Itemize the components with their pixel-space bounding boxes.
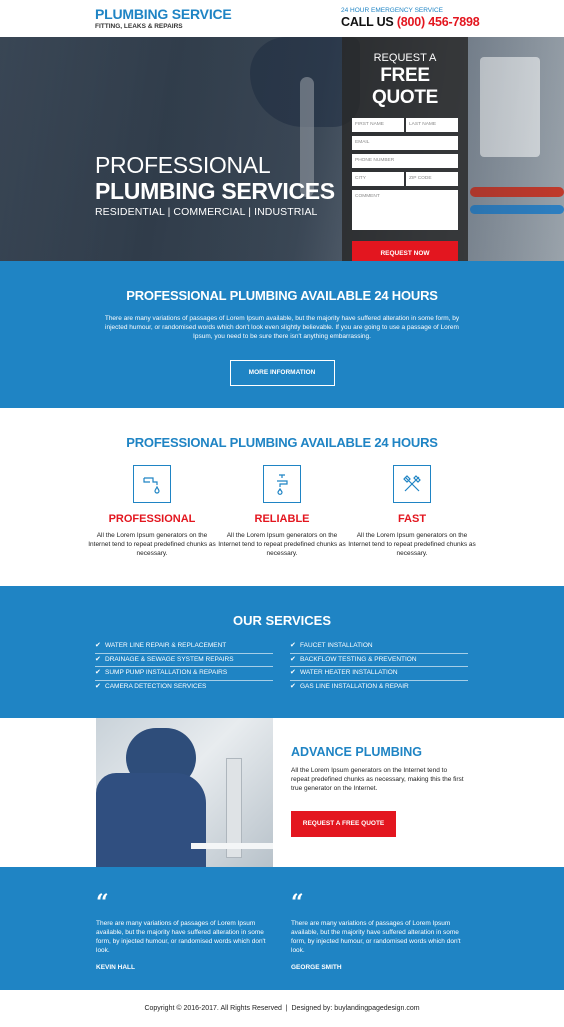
request-free-quote-button[interactable]: REQUEST A FREE QUOTE bbox=[291, 811, 396, 837]
phone-line[interactable]: CALL US (800) 456-7898 bbox=[341, 15, 480, 30]
footer: Copyright © 2016-2017. All Rights Reserv… bbox=[0, 990, 564, 1027]
advance-section: ADVANCE PLUMBING All the Lorem Ipsum gen… bbox=[0, 718, 564, 867]
hero-overlay bbox=[0, 37, 564, 261]
call-label: CALL US bbox=[341, 15, 394, 29]
first-name-field[interactable]: FIRST NAME bbox=[352, 118, 404, 132]
feature-reliable: RELIABLE All the Lorem Ipsum generators … bbox=[217, 465, 347, 558]
feature-text: All the Lorem Ipsum generators on the In… bbox=[88, 532, 216, 557]
check-icon: ✔ bbox=[95, 655, 101, 663]
call-block: 24 HOUR EMERGENCY SERVICE CALL US (800) … bbox=[341, 6, 480, 30]
check-icon: ✔ bbox=[290, 655, 296, 663]
photo-shelf-shape bbox=[191, 843, 273, 849]
check-icon: ✔ bbox=[290, 682, 296, 690]
testimonial-author: GEORGE SMITH bbox=[291, 964, 342, 971]
city-field[interactable]: CITY bbox=[352, 172, 404, 186]
service-label: GAS LINE INSTALLATION & REPAIR bbox=[300, 682, 409, 690]
tap-water-icon bbox=[263, 465, 301, 503]
testimonial-text: There are many variations of passages of… bbox=[96, 920, 266, 954]
testimonial-author: KEVIN HALL bbox=[96, 964, 135, 971]
check-icon: ✔ bbox=[290, 642, 296, 649]
feature-text: All the Lorem Ipsum generators on the In… bbox=[348, 532, 476, 557]
service-item: ✔ DRAINAGE & SEWAGE SYSTEM REPAIRS bbox=[95, 654, 273, 667]
feature-fast: FAST All the Lorem Ipsum generators on t… bbox=[347, 465, 477, 558]
service-item: ✔ GAS LINE INSTALLATION & REPAIR bbox=[290, 681, 468, 695]
more-information-button[interactable]: MORE INFORMATION bbox=[229, 360, 335, 386]
email-field[interactable]: EMAIL bbox=[352, 136, 458, 150]
last-name-field[interactable]: LAST NAME bbox=[406, 118, 458, 132]
quote-icon: “ bbox=[96, 890, 109, 916]
service-item: ✔ FAUCET INSTALLATION bbox=[290, 640, 468, 654]
service-item: ✔ WATER LINE REPAIR & REPLACEMENT bbox=[95, 640, 273, 654]
feature-title: PROFESSIONAL bbox=[108, 513, 196, 525]
emergency-label: 24 HOUR EMERGENCY SERVICE bbox=[341, 7, 443, 14]
check-icon: ✔ bbox=[95, 642, 101, 649]
logo-title: PLUMBING SERVICE bbox=[95, 6, 232, 22]
testimonials-section: “ There are many variations of passages … bbox=[0, 867, 564, 990]
service-label: CAMERA DETECTION SERVICES bbox=[105, 682, 207, 690]
services-section: OUR SERVICES ✔ WATER LINE REPAIR & REPLAC… bbox=[0, 586, 564, 718]
intro-title: PROFESSIONAL PLUMBING AVAILABLE 24 HOURS bbox=[126, 288, 438, 303]
photo-body-shape bbox=[96, 773, 206, 867]
testimonial: “ There are many variations of passages … bbox=[291, 890, 469, 971]
testimonial: “ There are many variations of passages … bbox=[96, 890, 274, 971]
form-heading-big: FREE QUOTE bbox=[371, 65, 439, 108]
tools-icon bbox=[393, 465, 431, 503]
features-title: PROFESSIONAL PLUMBING AVAILABLE 24 HOURS bbox=[126, 435, 438, 450]
faucet-drip-icon bbox=[133, 465, 171, 503]
form-heading-small: REQUEST A bbox=[373, 52, 437, 64]
services-title: OUR SERVICES bbox=[232, 613, 331, 628]
feature-title: RELIABLE bbox=[254, 513, 310, 525]
services-list-left: ✔ WATER LINE REPAIR & REPLACEMENT ✔ DRAINA… bbox=[95, 640, 273, 694]
services-list-right: ✔ FAUCET INSTALLATION ✔ BACKFLOW TESTING &… bbox=[290, 640, 468, 694]
testimonial-text: There are many variations of passages of… bbox=[291, 920, 461, 954]
hero-subtitle: RESIDENTIAL | COMMERCIAL | INDUSTRIAL bbox=[95, 206, 318, 218]
service-label: WATER HEATER INSTALLATION bbox=[300, 669, 398, 676]
hero-title-line1: PROFESSIONAL bbox=[95, 152, 271, 178]
advance-title: ADVANCE PLUMBING bbox=[291, 745, 423, 759]
phone-field[interactable]: PHONE NUMBER bbox=[352, 154, 458, 168]
service-label: FAUCET INSTALLATION bbox=[300, 642, 373, 649]
feature-professional: PROFESSIONAL All the Lorem Ipsum generat… bbox=[87, 465, 217, 558]
advance-text: All the Lorem Ipsum generators on the In… bbox=[291, 767, 464, 792]
intro-section: PROFESSIONAL PLUMBING AVAILABLE 24 HOURS… bbox=[0, 261, 564, 408]
logo[interactable]: PLUMBING SERVICE FITTING, LEAKS & REPAIR… bbox=[95, 7, 232, 31]
hero-title-line2: PLUMBING SERVICES bbox=[95, 178, 335, 204]
service-item: ✔ BACKFLOW TESTING & PREVENTION bbox=[290, 654, 468, 667]
feature-text: All the Lorem Ipsum generators on the In… bbox=[218, 532, 346, 557]
comment-field[interactable]: COMMENT bbox=[352, 190, 458, 230]
service-item: ✔ SUMP PUMP INSTALLATION & REPAIRS bbox=[95, 667, 273, 681]
phone-number[interactable]: (800) 456-7898 bbox=[397, 15, 480, 29]
hero-banner: PROFESSIONAL PLUMBING SERVICES RESIDENTIA… bbox=[0, 37, 564, 261]
quote-form: REQUEST A FREE QUOTE FIRST NAME LAST NAM… bbox=[342, 37, 468, 267]
check-icon: ✔ bbox=[95, 669, 101, 676]
footer-copyright: Copyright © 2016-2017. All Rights Reserv… bbox=[144, 1005, 420, 1012]
service-label: BACKFLOW TESTING & PREVENTION bbox=[300, 655, 417, 663]
service-item: ✔ CAMERA DETECTION SERVICES bbox=[95, 681, 273, 695]
features-section: PROFESSIONAL PLUMBING AVAILABLE 24 HOURS… bbox=[0, 408, 564, 586]
service-label: WATER LINE REPAIR & REPLACEMENT bbox=[105, 642, 227, 649]
check-icon: ✔ bbox=[290, 669, 296, 676]
service-item: ✔ WATER HEATER INSTALLATION bbox=[290, 667, 468, 681]
intro-text: There are many variations of passages of… bbox=[104, 315, 460, 340]
service-label: SUMP PUMP INSTALLATION & REPAIRS bbox=[105, 669, 228, 676]
service-label: DRAINAGE & SEWAGE SYSTEM REPAIRS bbox=[105, 655, 234, 663]
zip-field[interactable]: ZIP CODE bbox=[406, 172, 458, 186]
feature-title: FAST bbox=[397, 513, 427, 525]
hero-title: PROFESSIONAL PLUMBING SERVICES bbox=[95, 152, 335, 204]
check-icon: ✔ bbox=[95, 682, 101, 690]
site-header: PLUMBING SERVICE FITTING, LEAKS & REPAIR… bbox=[0, 0, 564, 37]
quote-icon: “ bbox=[291, 890, 304, 916]
logo-tagline: FITTING, LEAKS & REPAIRS bbox=[95, 23, 183, 30]
plumber-photo bbox=[96, 718, 273, 867]
